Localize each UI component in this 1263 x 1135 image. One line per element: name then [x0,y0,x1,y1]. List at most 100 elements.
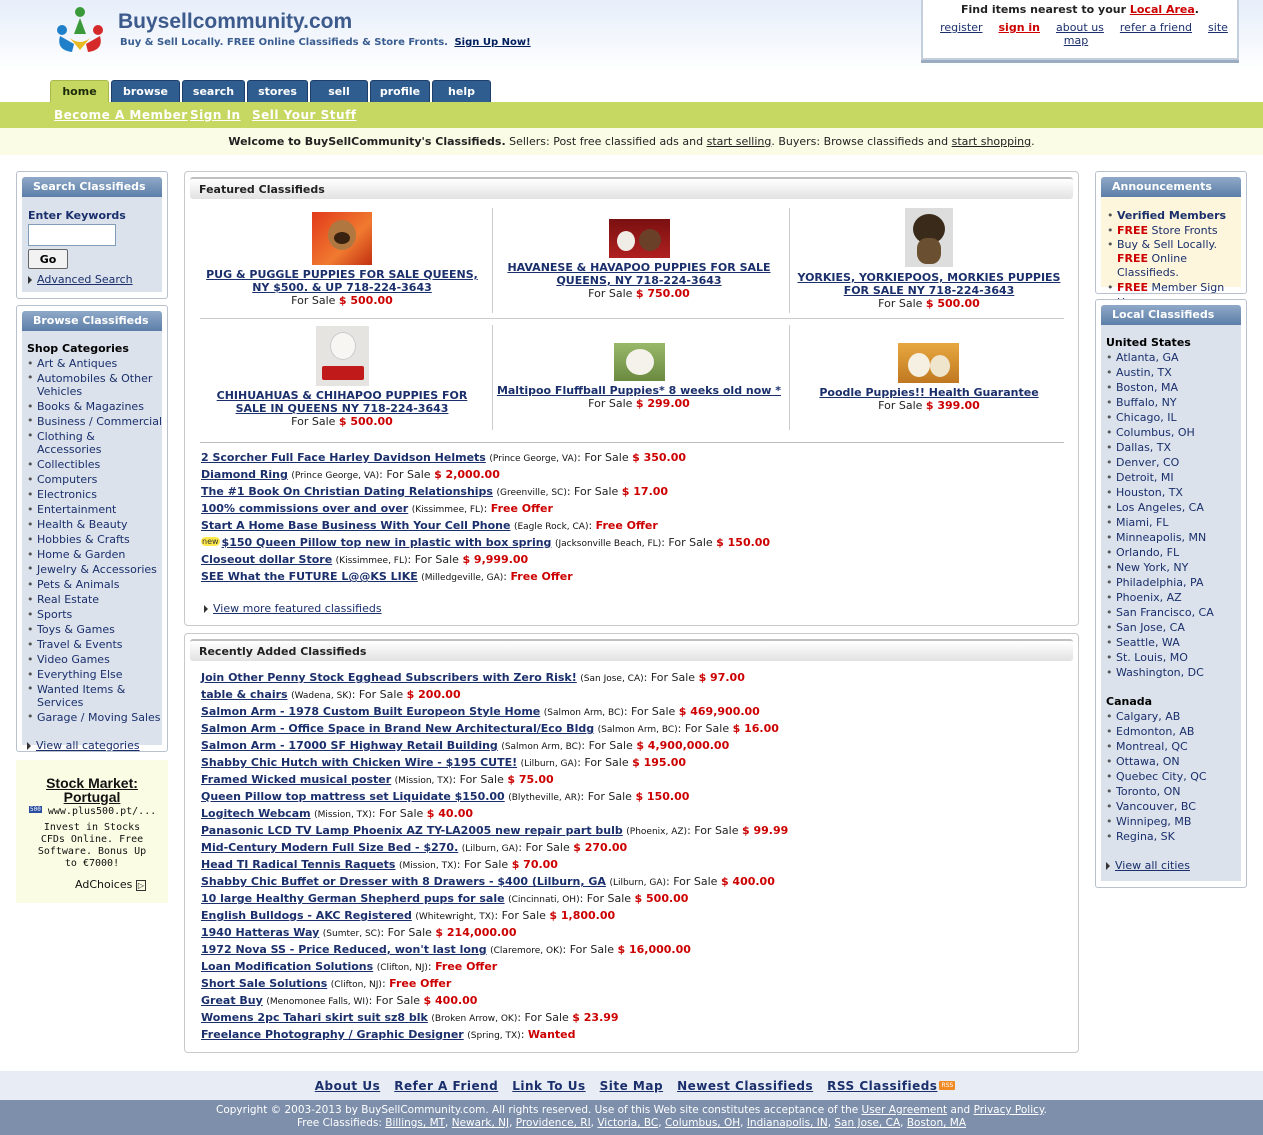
category-link[interactable]: Automobiles & Other Vehicles [27,371,162,399]
footer-city-link[interactable]: Victoria, BC [597,1117,658,1129]
view-all-cities-link[interactable]: View all cities [1115,859,1190,872]
tab-profile[interactable]: profile [370,80,430,102]
city-link[interactable]: St. Louis, MO [1106,650,1241,665]
start-selling-link[interactable]: start selling [707,135,772,148]
city-link[interactable]: Denver, CO [1106,455,1241,470]
footer-city-link[interactable]: Billings, MT [385,1117,445,1129]
city-link[interactable]: Austin, TX [1106,365,1241,380]
city-link[interactable]: Toronto, ON [1106,784,1241,799]
featured-item-title[interactable]: PUG & PUGGLE PUPPIES FOR SALE QUEENS, NY… [206,268,478,294]
category-link[interactable]: Hobbies & Crafts [27,532,162,547]
city-link[interactable]: Washington, DC [1106,665,1241,680]
footer-about-us-link[interactable]: About Us [315,1079,380,1093]
footer-city-link[interactable]: Boston, MA [907,1117,966,1129]
city-link[interactable]: Montreal, QC [1106,739,1241,754]
category-link[interactable]: Electronics [27,487,162,502]
footer-city-link[interactable]: Providence, RI [516,1117,591,1129]
listing-title-link[interactable]: 2 Scorcher Full Face Harley Davidson Hel… [201,451,486,464]
sign-in-link[interactable]: sign in [999,21,1040,34]
subnav-sign-in-link[interactable]: Sign In [190,108,241,122]
view-all-categories-link[interactable]: View all categories [36,739,140,752]
city-link[interactable]: Winnipeg, MB [1106,814,1241,829]
site-logo-icon[interactable] [52,6,108,56]
city-link[interactable]: Chicago, IL [1106,410,1241,425]
listing-title-link[interactable]: Logitech Webcam [201,807,311,820]
listing-title-link[interactable]: Salmon Arm - Office Space in Brand New A… [201,722,594,735]
featured-item-title[interactable]: Poodle Puppies!! Health Guarantee [792,386,1066,399]
city-link[interactable]: Phoenix, AZ [1106,590,1241,605]
footer-city-link[interactable]: Columbus, OH [665,1117,740,1129]
listing-title-link[interactable]: Shabby Chic Buffet or Dresser with 8 Dra… [201,875,606,888]
register-link[interactable]: register [940,21,982,34]
listing-title-link[interactable]: $150 Queen Pillow top new in plastic wit… [222,536,552,549]
tab-browse[interactable]: browse [111,80,180,102]
category-link[interactable]: Sports [27,607,162,622]
privacy-policy-link[interactable]: Privacy Policy [974,1104,1044,1116]
category-link[interactable]: Collectibles [27,457,162,472]
listing-title-link[interactable]: Salmon Arm - 17000 SF Highway Retail Bui… [201,739,498,752]
listing-title-link[interactable]: SEE What the FUTURE L@@KS LIKE [201,570,418,583]
category-link[interactable]: Books & Magazines [27,399,162,414]
city-link[interactable]: Calgary, AB [1106,709,1241,724]
tab-help[interactable]: help [432,80,491,102]
yorkie-puppy-image[interactable] [905,208,953,267]
listing-title-link[interactable]: Framed Wicked musical poster [201,773,391,786]
listing-title-link[interactable]: 100% commissions over and over [201,502,408,515]
city-link[interactable]: San Jose, CA [1106,620,1241,635]
category-link[interactable]: Real Estate [27,592,162,607]
local-area-link[interactable]: Local Area [1130,3,1195,16]
city-link[interactable]: Miami, FL [1106,515,1241,530]
become-member-link[interactable]: Become A Member [54,108,188,122]
start-shopping-link[interactable]: start shopping [952,135,1032,148]
pug-puppy-image[interactable] [312,212,372,265]
featured-item-title[interactable]: CHIHUAHUAS & CHIHAPOO PUPPIES FOR SALE I… [200,389,484,415]
listing-title-link[interactable]: Shabby Chic Hutch with Chicken Wire - $1… [201,756,517,769]
listing-title-link[interactable]: table & chairs [201,688,288,701]
footer-link-to-us-link[interactable]: Link To Us [512,1079,585,1093]
category-link[interactable]: Wanted Items & Services [27,682,162,710]
go-button[interactable]: Go [28,249,68,269]
city-link[interactable]: Edmonton, AB [1106,724,1241,739]
adchoices-icon[interactable]: ▷ [135,880,146,891]
listing-title-link[interactable]: Loan Modification Solutions [201,960,373,973]
category-link[interactable]: Video Games [27,652,162,667]
about-us-link[interactable]: about us [1056,21,1104,34]
city-link[interactable]: Minneapolis, MN [1106,530,1241,545]
listing-title-link[interactable]: Freelance Photography / Graphic Designer [201,1028,464,1041]
category-link[interactable]: Travel & Events [27,637,162,652]
listing-title-link[interactable]: Panasonic LCD TV Lamp Phoenix AZ TY-LA20… [201,824,623,837]
category-link[interactable]: Business / Commercial [27,414,162,429]
category-link[interactable]: Garage / Moving Sales [27,710,162,725]
listing-title-link[interactable]: Womens 2pc Tahari skirt suit sz8 blk [201,1011,428,1024]
category-link[interactable]: Everything Else [27,667,162,682]
city-link[interactable]: San Francisco, CA [1106,605,1241,620]
city-link[interactable]: Boston, MA [1106,380,1241,395]
footer-city-link[interactable]: Indianapolis, IN [747,1117,828,1129]
ad-url[interactable]: www.plus500.pt/... [48,806,156,817]
tab-home[interactable]: home [50,80,109,102]
tab-search[interactable]: search [182,80,245,102]
listing-title-link[interactable]: Closeout dollar Store [201,553,332,566]
listing-title-link[interactable]: Head TI Radical Tennis Raquets [201,858,395,871]
adchoices-row[interactable]: AdChoices ▷ [75,878,146,891]
city-link[interactable]: Orlando, FL [1106,545,1241,560]
city-link[interactable]: New York, NY [1106,560,1241,575]
category-link[interactable]: Clothing & Accessories [27,429,162,457]
city-link[interactable]: Detroit, MI [1106,470,1241,485]
footer-refer-friend-link[interactable]: Refer A Friend [394,1079,498,1093]
tab-sell[interactable]: sell [310,80,368,102]
maltipoo-puppy-image[interactable] [614,343,665,381]
listing-title-link[interactable]: 1940 Hatteras Way [201,926,319,939]
user-agreement-link[interactable]: User Agreement [862,1104,948,1116]
listing-title-link[interactable]: Start A Home Base Business With Your Cel… [201,519,510,532]
havanese-puppy-image[interactable] [609,219,670,258]
sell-your-stuff-link[interactable]: Sell Your Stuff [252,108,357,122]
advanced-search-link[interactable]: Advanced Search [37,273,133,286]
listing-title-link[interactable]: Diamond Ring [201,468,288,481]
city-link[interactable]: Los Angeles, CA [1106,500,1241,515]
keywords-input[interactable] [28,224,116,246]
city-link[interactable]: Quebec City, QC [1106,769,1241,784]
featured-item-title[interactable]: HAVANESE & HAVAPOO PUPPIES FOR SALE QUEE… [494,261,784,287]
site-name[interactable]: Buysellcommunity.com [118,10,352,34]
listing-title-link[interactable]: Mid-Century Modern Full Size Bed - $270. [201,841,458,854]
